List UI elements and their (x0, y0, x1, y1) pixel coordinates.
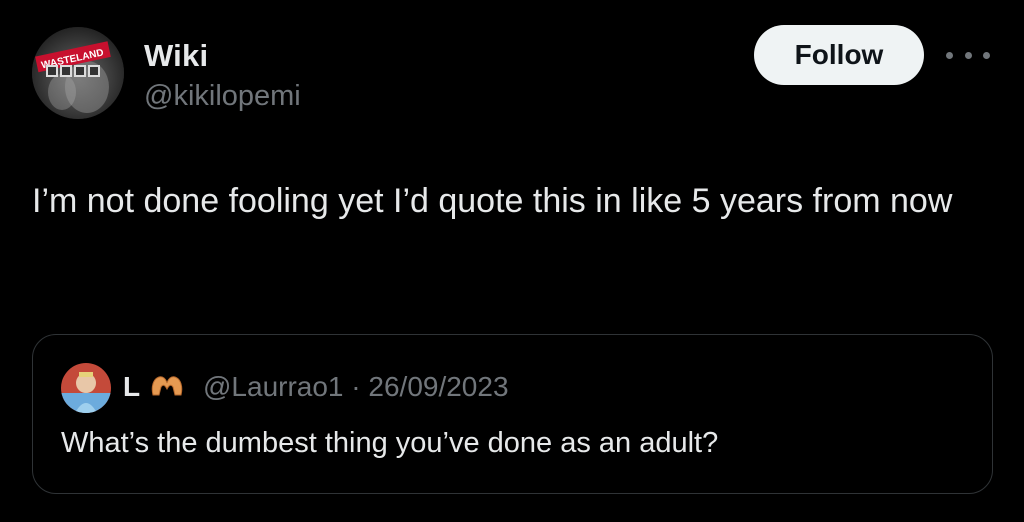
quoted-display-name[interactable]: L (123, 371, 140, 403)
quoted-author-avatar[interactable] (61, 363, 111, 413)
quoted-tweet[interactable]: L @Laurrao1 · 26/09/2023 What’s the dumb… (32, 334, 993, 494)
author-display-name[interactable]: Wiki (144, 38, 208, 74)
avatar-image: WASTELAND (32, 27, 124, 119)
more-options-icon[interactable] (946, 40, 990, 70)
quoted-meta: @Laurrao1 · 26/09/2023 (203, 371, 509, 402)
tweet-text: I’m not done fooling yet I’d quote this … (32, 182, 953, 220)
follow-button[interactable]: Follow (754, 25, 924, 85)
quoted-avatar-image (61, 363, 111, 413)
more-dot (983, 51, 990, 59)
more-dot (964, 51, 972, 59)
tweet-card: WASTELAND Wiki @kikilopemi Follow I’m no… (0, 0, 1024, 522)
author-avatar[interactable]: WASTELAND (32, 27, 124, 119)
more-dot (946, 51, 953, 59)
author-handle[interactable]: @kikilopemi (144, 80, 301, 113)
quoted-tweet-text: What’s the dumbest thing you’ve done as … (61, 427, 719, 459)
heart-hands-emoji-icon (149, 369, 185, 403)
